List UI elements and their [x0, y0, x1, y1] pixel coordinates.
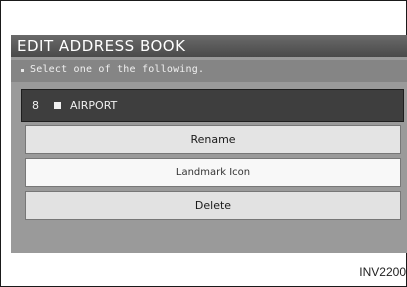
- reference-code: INV2200: [359, 265, 406, 279]
- selected-address-entry[interactable]: 8 AIRPORT: [21, 89, 404, 122]
- delete-button[interactable]: Delete: [25, 191, 401, 220]
- title-bar: EDIT ADDRESS BOOK: [11, 35, 407, 57]
- bullet-icon: [21, 69, 24, 72]
- entry-name: AIRPORT: [70, 99, 118, 112]
- instruction-text: Select one of the following.: [30, 64, 205, 75]
- entry-number: 8: [32, 99, 39, 112]
- rename-button[interactable]: Rename: [25, 125, 401, 154]
- figure-frame: EDIT ADDRESS BOOK Select one of the foll…: [0, 0, 407, 287]
- instruction-bar: Select one of the following.: [11, 60, 407, 82]
- square-icon: [54, 102, 61, 109]
- nav-screen: EDIT ADDRESS BOOK Select one of the foll…: [11, 35, 407, 253]
- landmark-icon-button[interactable]: Landmark Icon: [25, 158, 401, 187]
- page-title: EDIT ADDRESS BOOK: [17, 37, 186, 55]
